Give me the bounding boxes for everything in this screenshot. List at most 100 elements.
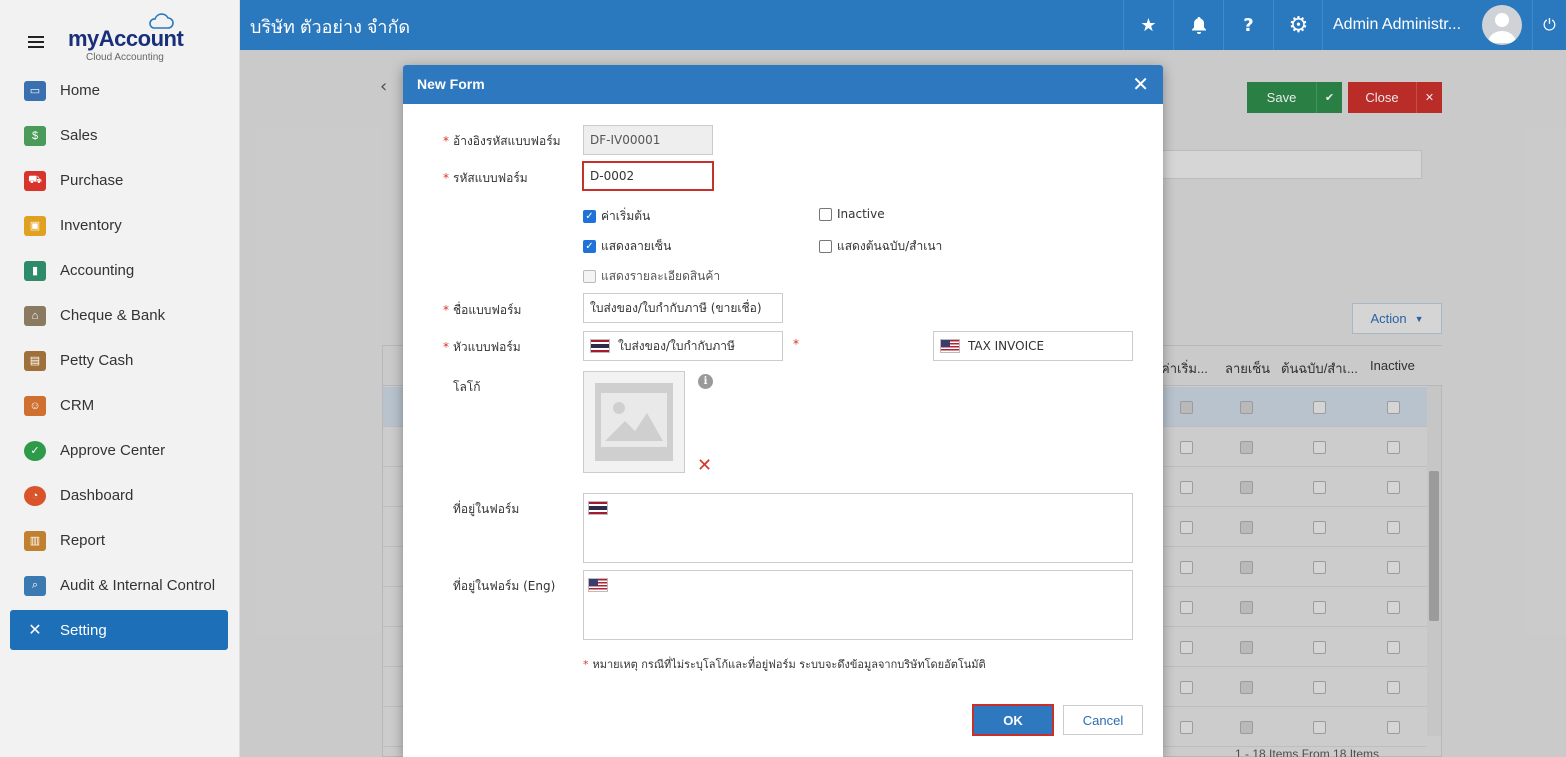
show-original-copy-checkbox[interactable]: แสดงต้นฉบับ/สำเนา xyxy=(819,237,942,256)
thai-flag-icon xyxy=(590,339,610,353)
form-header-en-value: TAX INVOICE xyxy=(968,339,1045,353)
sidebar-item-sales[interactable]: $ Sales xyxy=(10,113,228,158)
book-icon: ▮ xyxy=(24,260,46,281)
magnifier-icon: ⌕ xyxy=(24,575,46,596)
note-text-value: หมายเหตุ กรณีที่ไม่ระบุโลโก้และที่อยู่ฟอ… xyxy=(592,658,986,671)
avatar[interactable] xyxy=(1482,5,1522,45)
ref-code-field: DF-IV00001 xyxy=(583,125,713,155)
sales-icon: $ xyxy=(24,125,46,146)
form-code-input[interactable]: D-0002 xyxy=(582,161,714,191)
show-product-detail-label: แสดงรายละเอียดสินค้า xyxy=(601,269,721,283)
sidebar-item-setting[interactable]: ✕ Setting xyxy=(10,610,228,650)
crm-icon: ☺ xyxy=(24,395,46,416)
sidebar-item-accounting[interactable]: ▮ Accounting xyxy=(10,248,228,293)
default-checkbox-label: ค่าเริ่มต้น xyxy=(601,209,651,223)
ref-code-label-text: อ้างอิงรหัสแบบฟอร์ม xyxy=(453,134,561,148)
checkbox-checked: ✓ xyxy=(583,240,596,253)
show-original-copy-label: แสดงต้นฉบับ/สำเนา xyxy=(837,239,943,253)
checkbox-checked: ✓ xyxy=(583,210,596,223)
form-header-th-value: ใบส่งของ/ใบกำกับภาษี xyxy=(618,338,735,353)
us-flag-icon xyxy=(588,578,608,592)
show-signature-checkbox[interactable]: ✓ แสดงลายเซ็น xyxy=(583,237,671,256)
required-mark: * xyxy=(443,134,449,148)
sidebar-item-label: Dashboard xyxy=(60,487,134,504)
address-eng-textarea[interactable] xyxy=(583,570,1133,640)
power-icon[interactable]: ⏻ xyxy=(1532,0,1566,50)
sidebar-item-label: Petty Cash xyxy=(60,352,134,369)
required-mark: * xyxy=(443,171,449,185)
sidebar-item-audit[interactable]: ⌕ Audit & Internal Control xyxy=(10,563,228,608)
default-checkbox[interactable]: ✓ ค่าเริ่มต้น xyxy=(583,207,650,226)
form-header-label: * หัวแบบฟอร์ม xyxy=(443,338,521,357)
tools-icon: ✕ xyxy=(28,622,42,639)
form-name-input[interactable]: ใบส่งของ/ใบกำกับภาษี (ขายเชื่อ) xyxy=(583,293,783,323)
address-label: ที่อยู่ในฟอร์ม xyxy=(453,502,520,516)
hamburger-menu-icon[interactable] xyxy=(28,36,44,48)
sidebar-item-label: Setting xyxy=(60,621,107,639)
dialog-title: New Form xyxy=(417,76,485,92)
info-icon[interactable]: i xyxy=(698,374,713,389)
favorite-star-icon[interactable]: ★ xyxy=(1123,0,1173,50)
help-icon[interactable]: ? xyxy=(1223,0,1273,50)
required-mark: * xyxy=(443,340,449,354)
sidebar-item-report[interactable]: ▥ Report xyxy=(10,518,228,563)
sidebar-item-label: Inventory xyxy=(60,217,122,234)
address-textarea[interactable] xyxy=(583,493,1133,563)
notification-bell-icon[interactable] xyxy=(1173,0,1223,50)
wallet-icon: ▤ xyxy=(24,350,46,371)
sidebar-item-label: Sales xyxy=(60,127,98,144)
dialog-header: New Form ✕ xyxy=(403,65,1163,104)
sidebar-item-label: Accounting xyxy=(60,262,135,279)
form-code-label: * รหัสแบบฟอร์ม xyxy=(443,169,528,188)
thai-flag-icon xyxy=(588,501,608,515)
user-name: Admin Administr... xyxy=(1333,16,1462,33)
show-signature-label: แสดงลายเซ็น xyxy=(601,239,672,253)
new-form-dialog: New Form ✕ * อ้างอิงรหัสแบบฟอร์ม DF-IV000… xyxy=(403,65,1163,757)
cart-icon: ⛟ xyxy=(24,170,46,191)
sidebar-item-label: Cheque & Bank xyxy=(60,307,166,324)
ref-code-label: * อ้างอิงรหัสแบบฟอร์ม xyxy=(443,132,561,151)
dialog-close-icon[interactable]: ✕ xyxy=(1132,72,1149,96)
home-icon: ▭ xyxy=(24,80,46,101)
check-circle-icon: ✓ xyxy=(24,440,46,461)
form-header-en-input[interactable]: TAX INVOICE xyxy=(933,331,1133,361)
sidebar-item-purchase[interactable]: ⛟ Purchase xyxy=(10,158,228,203)
inactive-checkbox-label: Inactive xyxy=(837,207,885,221)
report-icon: ▥ xyxy=(24,530,46,551)
sidebar-item-approve-center[interactable]: ✓ Approve Center xyxy=(10,428,228,473)
sidebar-item-crm[interactable]: ☺ CRM xyxy=(10,383,228,428)
main-menu: ▭ Home $ Sales ⛟ Purchase ▣ Inventory ▮ Accou… xyxy=(10,68,228,650)
pie-chart-icon: ◔ xyxy=(24,485,46,506)
checkbox-unchecked xyxy=(819,207,832,221)
brand-tagline: Cloud Accounting xyxy=(86,52,164,63)
bank-icon: ⌂ xyxy=(24,305,46,326)
logo-upload-area[interactable] xyxy=(583,371,685,473)
company-name: บริษัท ตัวอย่าง จำกัด xyxy=(250,17,411,37)
delete-logo-icon[interactable]: ✕ xyxy=(697,455,712,476)
gear-icon[interactable]: ⚙ xyxy=(1273,0,1323,50)
sidebar-item-cheque-bank[interactable]: ⌂ Cheque & Bank xyxy=(10,293,228,338)
sidebar-item-dashboard[interactable]: ◔ Dashboard xyxy=(10,473,228,518)
required-mark: * xyxy=(793,337,799,351)
cancel-button[interactable]: Cancel xyxy=(1063,705,1143,735)
sidebar-item-petty-cash[interactable]: ▤ Petty Cash xyxy=(10,338,228,383)
logo-label: โลโก้ xyxy=(453,380,481,394)
ok-button[interactable]: OK xyxy=(972,704,1054,736)
sidebar-item-label: Purchase xyxy=(60,172,124,189)
sidebar-item-home[interactable]: ▭ Home xyxy=(10,68,228,113)
sidebar-item-label: Approve Center xyxy=(60,442,166,459)
sidebar-item-label: Audit & Internal Control xyxy=(60,577,216,594)
form-header-label-text: หัวแบบฟอร์ม xyxy=(453,340,521,354)
us-flag-icon xyxy=(940,339,960,353)
show-product-detail-checkbox: แสดงรายละเอียดสินค้า xyxy=(583,267,720,286)
sidebar-item-label: Report xyxy=(60,532,106,549)
sidebar-item-inventory[interactable]: ▣ Inventory xyxy=(10,203,228,248)
form-name-label-text: ชื่อแบบฟอร์ม xyxy=(453,303,522,317)
note-text: * หมายเหตุ กรณีที่ไม่ระบุโลโก้และที่อยู่ฟ… xyxy=(583,655,986,673)
form-name-label: * ชื่อแบบฟอร์ม xyxy=(443,301,521,320)
required-mark: * xyxy=(443,303,449,317)
form-header-th-input[interactable]: ใบส่งของ/ใบกำกับภาษี xyxy=(583,331,783,361)
inactive-checkbox[interactable]: Inactive xyxy=(819,207,885,221)
checkbox-unchecked xyxy=(819,240,832,253)
brand-name: myAccount xyxy=(68,26,184,51)
